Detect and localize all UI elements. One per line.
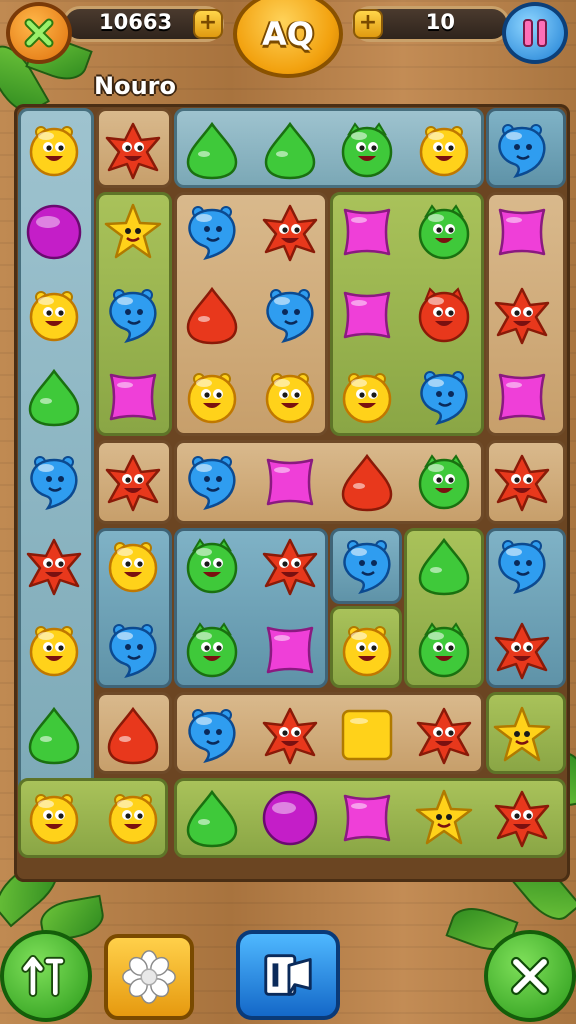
pink-square-piece[interactable] [103, 367, 163, 427]
yellow-face-piece[interactable] [182, 367, 242, 427]
score-counter: 10663 + [62, 6, 224, 42]
hint-button[interactable] [236, 930, 340, 1020]
blue-ghost-piece[interactable] [414, 367, 474, 427]
green-drop-piece[interactable] [24, 367, 84, 427]
red-star-piece[interactable] [414, 705, 474, 765]
shuffle-button[interactable] [0, 930, 92, 1022]
moves-counter: + 10 [352, 6, 510, 42]
green-drop-piece[interactable] [182, 788, 242, 848]
yellow-face-piece[interactable] [24, 120, 84, 180]
pause-button[interactable] [502, 2, 568, 64]
score-value: 10663 [99, 10, 173, 34]
red-drop-piece[interactable] [337, 452, 397, 512]
yellow-face-piece[interactable] [414, 120, 474, 180]
green-drop-piece[interactable] [414, 536, 474, 596]
close-icon [24, 18, 54, 48]
yellow-star-piece[interactable] [414, 788, 474, 848]
add-moves-button[interactable]: + [353, 9, 383, 39]
close-icon [510, 956, 550, 996]
shuffle-arrows-icon [21, 955, 66, 997]
green-drop-piece[interactable] [260, 120, 320, 180]
close-button[interactable] [6, 2, 72, 64]
pink-square-piece[interactable] [260, 620, 320, 680]
yellow-face-piece[interactable] [24, 788, 84, 848]
pink-square-piece[interactable] [260, 452, 320, 512]
green-drop-piece[interactable] [24, 705, 84, 765]
yellow-face-piece[interactable] [24, 620, 84, 680]
green-drop-piece[interactable] [182, 120, 242, 180]
red-star-piece[interactable] [492, 285, 552, 345]
red-star-piece[interactable] [103, 452, 163, 512]
yellow-face-piece[interactable] [103, 788, 163, 848]
red-star-piece[interactable] [260, 202, 320, 262]
green-face-piece[interactable] [414, 452, 474, 512]
player-name: Nouro [94, 72, 176, 100]
yellow-face-piece[interactable] [337, 620, 397, 680]
blue-ghost-piece[interactable] [182, 452, 242, 512]
yellow-star-piece[interactable] [492, 705, 552, 765]
green-face-piece[interactable] [414, 202, 474, 262]
red-face-piece[interactable] [414, 285, 474, 345]
yellow-face-piece[interactable] [24, 285, 84, 345]
yellow-face-piece[interactable] [260, 367, 320, 427]
red-drop-piece[interactable] [103, 705, 163, 765]
red-star-piece[interactable] [492, 452, 552, 512]
pink-square-piece[interactable] [337, 285, 397, 345]
red-star-piece[interactable] [103, 120, 163, 180]
flower-icon [122, 950, 176, 1004]
exit-button[interactable] [484, 930, 576, 1022]
blue-ghost-piece[interactable] [260, 285, 320, 345]
red-star-piece[interactable] [260, 705, 320, 765]
pink-square-piece[interactable] [337, 202, 397, 262]
blue-ghost-piece[interactable] [103, 285, 163, 345]
level-badge: AQ [233, 0, 343, 78]
yellow-square-piece[interactable] [337, 705, 397, 765]
purple-orb-piece[interactable] [260, 788, 320, 848]
red-drop-piece[interactable] [182, 285, 242, 345]
blue-ghost-piece[interactable] [182, 705, 242, 765]
red-star-piece[interactable] [492, 788, 552, 848]
yellow-face-piece[interactable] [337, 367, 397, 427]
game-board [14, 104, 570, 882]
pink-square-piece[interactable] [492, 202, 552, 262]
level-label: AQ [262, 15, 314, 53]
yellow-face-piece[interactable] [103, 536, 163, 596]
green-face-piece[interactable] [337, 120, 397, 180]
red-star-piece[interactable] [24, 536, 84, 596]
flower-booster-button[interactable] [104, 934, 194, 1020]
moves-value: 10 [425, 10, 455, 34]
red-star-piece[interactable] [260, 536, 320, 596]
yellow-star-piece[interactable] [103, 202, 163, 262]
hint-card-icon [264, 954, 312, 996]
blue-ghost-piece[interactable] [24, 452, 84, 512]
blue-ghost-piece[interactable] [103, 620, 163, 680]
green-face-piece[interactable] [182, 536, 242, 596]
blue-ghost-piece[interactable] [182, 202, 242, 262]
blue-ghost-piece[interactable] [492, 120, 552, 180]
red-star-piece[interactable] [492, 620, 552, 680]
pink-square-piece[interactable] [337, 788, 397, 848]
pink-square-piece[interactable] [492, 367, 552, 427]
blue-ghost-piece[interactable] [337, 536, 397, 596]
add-score-button[interactable]: + [193, 9, 223, 39]
blue-ghost-piece[interactable] [492, 536, 552, 596]
green-face-piece[interactable] [414, 620, 474, 680]
pause-icon [523, 19, 547, 47]
purple-orb-piece[interactable] [24, 202, 84, 262]
green-face-piece[interactable] [182, 620, 242, 680]
